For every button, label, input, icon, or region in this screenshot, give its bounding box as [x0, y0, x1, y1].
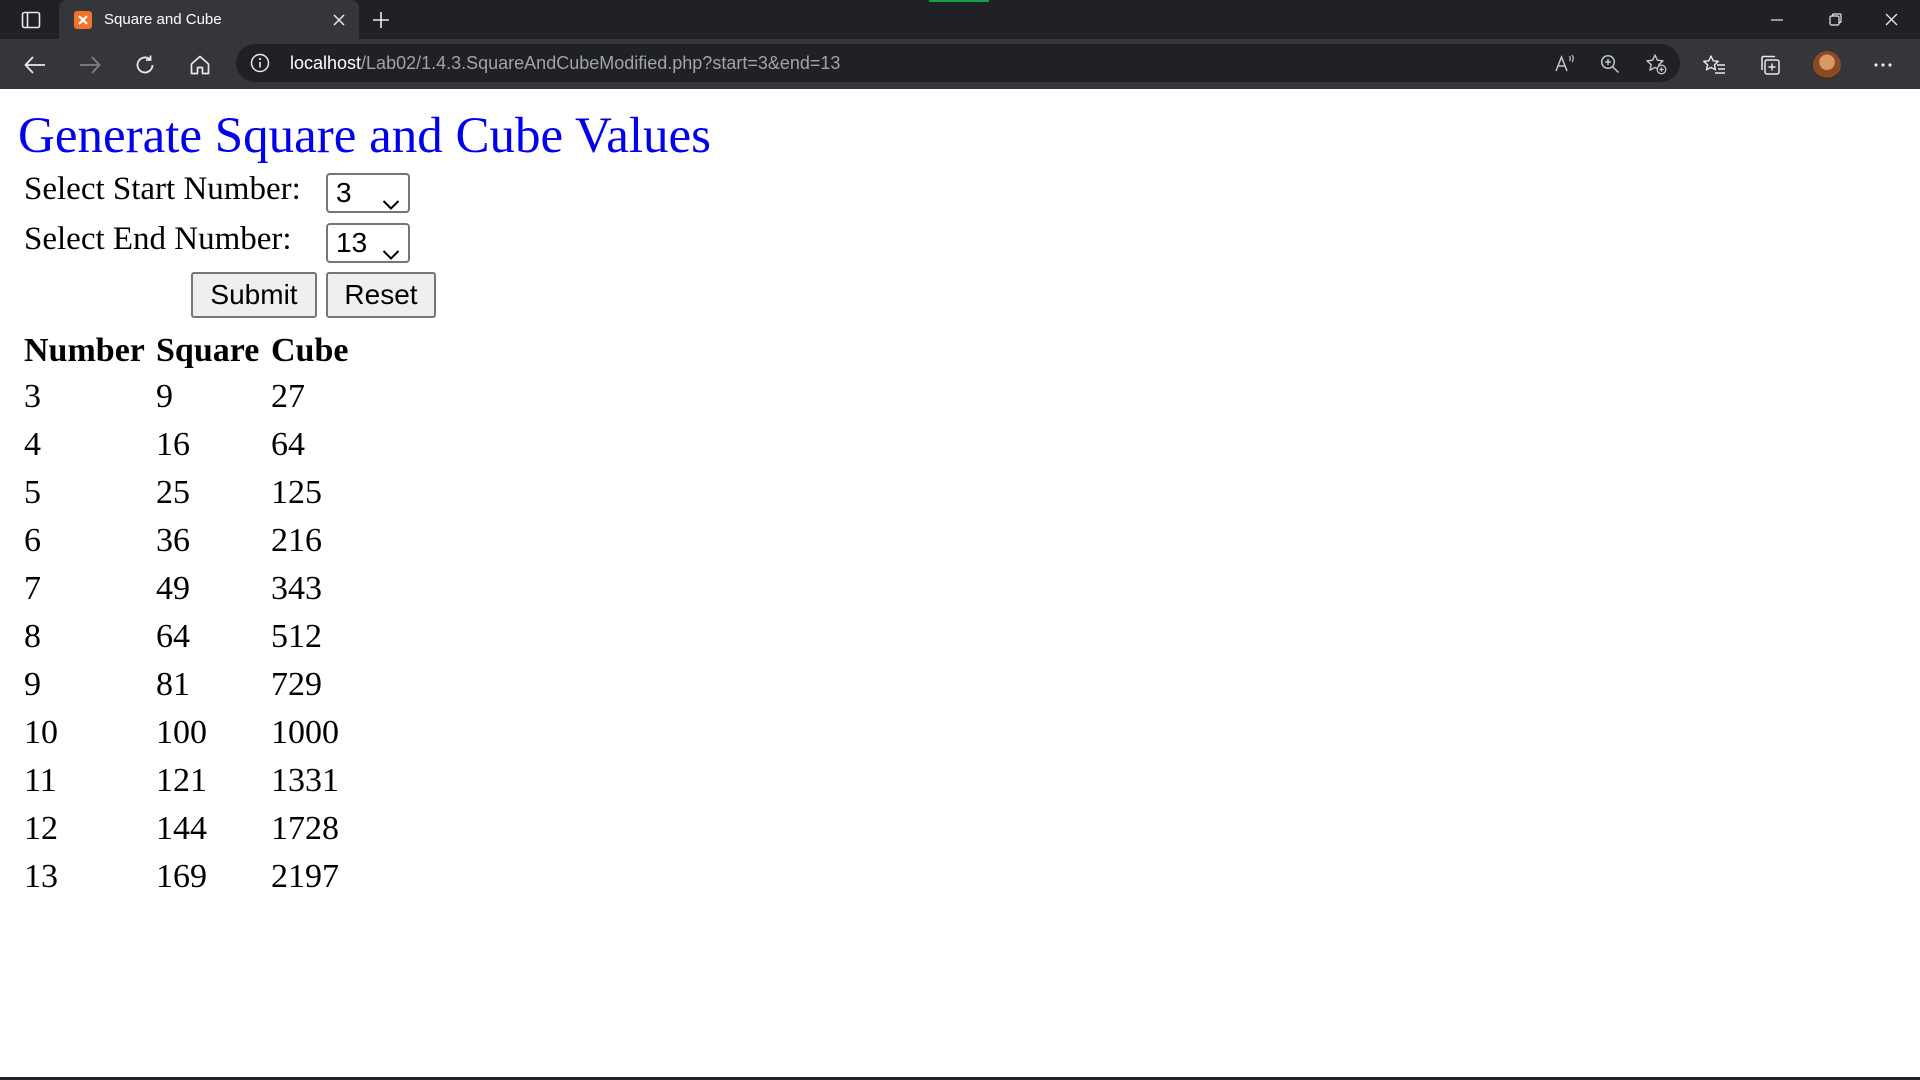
cell-number: 5: [24, 474, 41, 511]
address-bar[interactable]: localhost/Lab02/1.4.3.SquareAndCubeModif…: [236, 44, 1680, 82]
table-row: 4 16 64: [24, 423, 371, 467]
table-header-row: Number Square Cube: [24, 331, 371, 371]
table-row: 12 144 1728: [24, 807, 371, 851]
browser-titlebar: Square and Cube: [0, 0, 1920, 39]
collections-icon[interactable]: [1753, 48, 1787, 82]
cell-cube: 2197: [271, 858, 339, 895]
refresh-icon[interactable]: [128, 48, 162, 82]
table-row: 11 121 1331: [24, 759, 371, 803]
cell-number: 7: [24, 570, 41, 607]
cell-cube: 1331: [271, 762, 339, 799]
info-icon[interactable]: [250, 53, 270, 73]
cell-cube: 1000: [271, 714, 339, 751]
table-row: 9 81 729: [24, 663, 371, 707]
tab-actions-icon[interactable]: [14, 7, 48, 33]
start-row: Select Start Number:: [24, 171, 301, 208]
window-close-icon[interactable]: [1862, 0, 1920, 39]
zoom-icon[interactable]: [1598, 52, 1622, 76]
more-icon[interactable]: [1866, 48, 1900, 82]
start-select-value: 3: [336, 177, 352, 208]
forward-arrow-icon[interactable]: [73, 48, 107, 82]
chevron-down-icon: [382, 236, 400, 268]
end-label: Select End Number:: [24, 221, 292, 257]
cell-square: 81: [156, 666, 190, 703]
start-label: Select Start Number:: [24, 171, 301, 207]
cell-number: 9: [24, 666, 41, 703]
home-icon[interactable]: [183, 48, 217, 82]
back-arrow-icon[interactable]: [18, 48, 52, 82]
cell-square: 169: [156, 858, 207, 895]
page-title: Generate Square and Cube Values: [18, 108, 711, 164]
cell-square: 9: [156, 378, 173, 415]
table-row: 8 64 512: [24, 615, 371, 659]
close-icon[interactable]: [325, 6, 353, 34]
url-text[interactable]: localhost/Lab02/1.4.3.SquareAndCubeModif…: [290, 53, 840, 74]
header-cube: Cube: [271, 332, 349, 369]
end-row: Select End Number:: [24, 221, 292, 258]
reset-button[interactable]: Reset: [326, 272, 436, 318]
chevron-down-icon: [382, 186, 400, 218]
table-row: 3 9 27: [24, 375, 371, 419]
activity-indicator: [929, 0, 989, 2]
cell-number: 8: [24, 618, 41, 655]
cell-cube: 125: [271, 474, 322, 511]
cell-square: 121: [156, 762, 207, 799]
end-select-value: 13: [336, 227, 368, 258]
table-row: 6 36 216: [24, 519, 371, 563]
cell-number: 13: [24, 858, 58, 895]
page-content: Generate Square and Cube Values Select S…: [0, 89, 1920, 1080]
header-number: Number: [24, 332, 145, 369]
cell-square: 49: [156, 570, 190, 607]
cell-square: 36: [156, 522, 190, 559]
results-table: Number Square Cube 3 9 27 4 16 64 5 25 125 6 36…: [20, 327, 375, 903]
start-number-select[interactable]: 3: [326, 173, 410, 213]
cell-number: 10: [24, 714, 58, 751]
plus-icon[interactable]: [367, 6, 395, 34]
cell-cube: 64: [271, 426, 305, 463]
cell-number: 11: [24, 762, 57, 799]
favorites-icon[interactable]: [1697, 48, 1731, 82]
table-row: 10 100 1000: [24, 711, 371, 755]
cell-square: 144: [156, 810, 207, 847]
url-path: /Lab02/1.4.3.SquareAndCubeModified.php?s…: [361, 53, 841, 73]
cell-cube: 729: [271, 666, 322, 703]
end-number-select[interactable]: 13: [326, 223, 410, 263]
cell-number: 3: [24, 378, 41, 415]
table-row: 5 25 125: [24, 471, 371, 515]
xampp-favicon-icon: [74, 10, 92, 29]
read-aloud-icon[interactable]: [1554, 52, 1578, 76]
cell-cube: 27: [271, 378, 305, 415]
header-square: Square: [156, 332, 260, 369]
cell-number: 4: [24, 426, 41, 463]
profile-button[interactable]: [1810, 48, 1844, 82]
submit-button[interactable]: Submit: [191, 272, 317, 318]
cell-square: 16: [156, 426, 190, 463]
cell-square: 64: [156, 618, 190, 655]
table-row: 7 49 343: [24, 567, 371, 611]
cell-number: 6: [24, 522, 41, 559]
restore-icon[interactable]: [1806, 0, 1864, 39]
add-favorite-icon[interactable]: [1644, 52, 1668, 76]
tab-square-and-cube[interactable]: Square and Cube: [59, 0, 359, 39]
cell-square: 25: [156, 474, 190, 511]
cell-cube: 216: [271, 522, 322, 559]
table-row: 13 169 2197: [24, 855, 371, 899]
cell-number: 12: [24, 810, 58, 847]
cell-square: 100: [156, 714, 207, 751]
cell-cube: 1728: [271, 810, 339, 847]
avatar: [1813, 51, 1841, 79]
browser-toolbar: localhost/Lab02/1.4.3.SquareAndCubeModif…: [0, 39, 1920, 89]
cell-cube: 512: [271, 618, 322, 655]
tab-title: Square and Cube: [104, 11, 222, 28]
minimize-icon[interactable]: [1748, 0, 1806, 39]
cell-cube: 343: [271, 570, 322, 607]
url-host: localhost: [290, 53, 362, 73]
